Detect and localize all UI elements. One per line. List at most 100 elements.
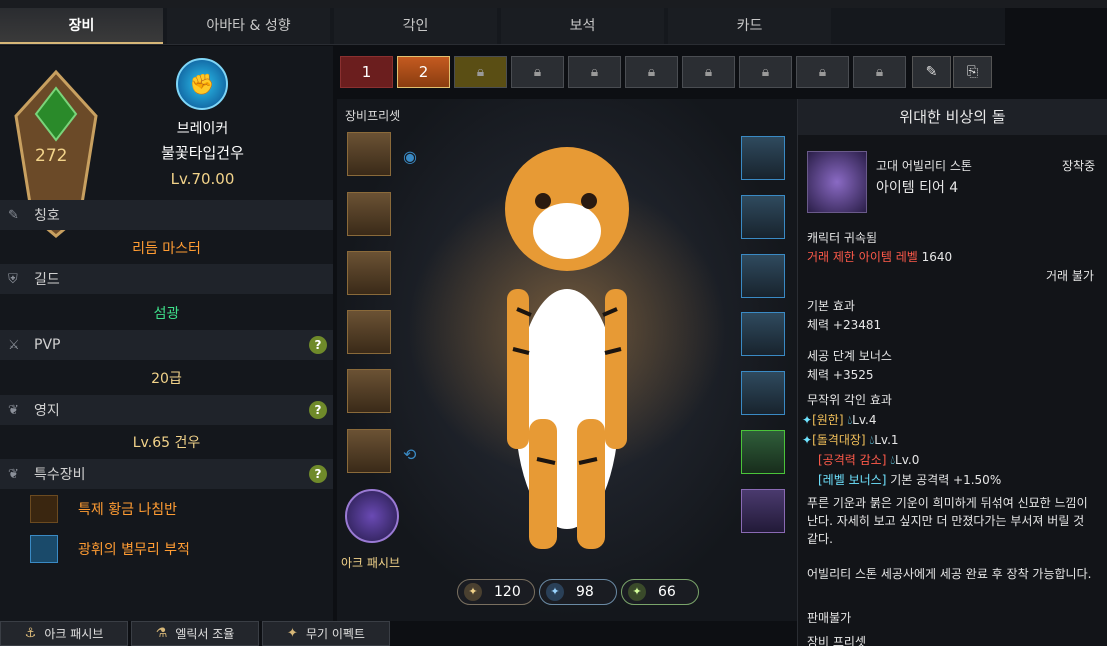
stat-2-icon: ✦: [546, 583, 564, 601]
engraving-header: 무작위 각인 효과: [807, 393, 892, 407]
ark-passive-button[interactable]: ⚓ 아크 패시브: [0, 621, 128, 646]
ark-passive-icon[interactable]: [345, 489, 399, 543]
guild-value: 섬광: [153, 306, 180, 322]
usage-note: 어빌리티 스톤 세공사에게 세공 완료 후 장착 가능합니다.: [807, 567, 1092, 581]
ark-passive-icon: ⚓: [24, 626, 37, 641]
item-tooltip: 위대한 비상의 돌 고대 어빌리티 스톤 장착중 아이템 티어 4 캐릭터 귀속…: [797, 99, 1107, 646]
lock-icon: 🔒︎: [590, 64, 599, 80]
slot-earring-1[interactable]: [741, 195, 785, 239]
preset-10-locked[interactable]: 🔒︎: [853, 56, 906, 88]
pvp-icon: ⚔: [8, 337, 20, 353]
character-preview: 장비프리셋 ◉ ⟲ 아크 패시브 ✦ 120 ✦ 98 ✦ 66: [337, 99, 797, 621]
combat-stats: ✦ 120 ✦ 98 ✦ 66: [457, 579, 703, 605]
character-level: Lv.70.00: [170, 170, 235, 188]
stat-pill-2: ✦ 98: [539, 579, 617, 605]
slot-chest[interactable]: [347, 251, 391, 295]
trade-limit-line: 거래 제한 아이템 레벨 1640: [807, 250, 953, 264]
base-effect-value: 체력 +23481: [807, 318, 882, 332]
ark-passive-label: 아크 패시브: [341, 556, 401, 570]
lock-icon: 🔒︎: [818, 64, 827, 80]
bonus-header: 세공 단계 보너스: [807, 349, 892, 363]
slot-necklace[interactable]: [741, 136, 785, 180]
slot-weapon[interactable]: [347, 429, 391, 473]
item-level: 272: [35, 146, 68, 166]
lock-icon: 🔒︎: [761, 64, 770, 80]
lock-icon: 🔒︎: [476, 64, 485, 80]
engraving-1: ✦[원한] 💧︎Lv.4: [802, 413, 877, 427]
stat-3-icon: ✦: [628, 583, 646, 601]
slot-ring-1[interactable]: [741, 312, 785, 356]
equipped-badge: 장착중: [1062, 159, 1096, 173]
preset-6-locked[interactable]: 🔒︎: [625, 56, 678, 88]
slot-gloves[interactable]: [347, 369, 391, 413]
weapon-effect-icon: ✦: [287, 626, 298, 641]
flavor-text: 푸른 기운과 붉은 기운이 희미하게 뒤섞여 신묘한 느낌이 난다. 자세히 보…: [807, 496, 1088, 546]
compass-icon: [30, 495, 58, 523]
stat-1-icon: ✦: [464, 583, 482, 601]
stat-pill-3: ✦ 66: [621, 579, 699, 605]
slot-earring-2[interactable]: [741, 254, 785, 298]
engraving-icon: ✦: [802, 413, 813, 427]
preset-label: 장비프리셋: [345, 109, 401, 123]
estate-section-header: ❦ 영지 ?: [0, 395, 333, 425]
tab-equipment[interactable]: 장비: [0, 8, 163, 44]
preset-bar: 1 2 🔒︎ 🔒︎ 🔒︎ 🔒︎ 🔒︎ 🔒︎ 🔒︎ 🔒︎ ✎ ⎘: [340, 56, 992, 88]
item-tier: 아이템 티어 4: [876, 180, 959, 196]
charm-icon: [30, 535, 58, 563]
tab-engraving[interactable]: 각인: [334, 8, 497, 44]
special-help-icon[interactable]: ?: [309, 465, 327, 483]
guild-section-header: ⛨ 길드: [0, 264, 333, 294]
pen-icon: ✎: [8, 207, 19, 223]
tab-cards[interactable]: 카드: [668, 8, 831, 44]
apply-preset-button[interactable]: ⎘: [953, 56, 992, 88]
lock-icon: 🔒︎: [875, 64, 884, 80]
lock-icon: 🔒︎: [704, 64, 713, 80]
top-frame: [0, 0, 1107, 8]
weapon-effect-icon[interactable]: ⟲: [403, 445, 416, 464]
base-effect-header: 기본 효과: [807, 299, 855, 313]
slot-shoulder[interactable]: [347, 192, 391, 236]
class-icon: ✊: [176, 58, 228, 110]
slot-ring-2[interactable]: [741, 371, 785, 415]
slot-pants[interactable]: [347, 310, 391, 354]
special-equipment-icon: ❦: [8, 466, 19, 482]
special-item-compass[interactable]: 특제 황금 나침반: [30, 494, 177, 524]
engraving-4: [레벨 보너스] 기본 공격력 +1.50%: [818, 473, 1002, 487]
preset-7-locked[interactable]: 🔒︎: [682, 56, 735, 88]
weapon-effect-button[interactable]: ✦ 무기 이펙트: [262, 621, 390, 646]
special-item-charm[interactable]: 광휘의 별무리 부적: [30, 534, 190, 564]
hide-helmet-icon[interactable]: ◉: [403, 147, 417, 166]
preset-4-locked[interactable]: 🔒︎: [511, 56, 564, 88]
ability-stone-icon: [807, 151, 867, 213]
bonus-value: 체력 +3525: [807, 368, 874, 382]
slot-ability-stone[interactable]: [741, 489, 785, 533]
preset-1-button[interactable]: 1: [340, 56, 393, 88]
engraving-3: [공격력 감소] 💧︎Lv.0: [818, 453, 920, 467]
estate-icon: ❦: [8, 402, 19, 418]
pvp-help-icon[interactable]: ?: [309, 336, 327, 354]
preset-3-locked[interactable]: 🔒︎: [454, 56, 507, 88]
slot-helmet[interactable]: [347, 132, 391, 176]
estate-help-icon[interactable]: ?: [309, 401, 327, 419]
bottom-button-bar: ⚓ 아크 패시브 ⚗ 엘릭서 조율 ✦ 무기 이펙트: [0, 621, 393, 646]
tab-avatar[interactable]: 아바타 & 성향: [167, 8, 330, 44]
tab-gems[interactable]: 보석: [501, 8, 664, 44]
preset-text: 장비 프리셋: [807, 635, 867, 646]
slot-bracelet[interactable]: [741, 430, 785, 474]
item-category: 고대 어빌리티 스톤: [876, 159, 972, 173]
estate-value: Lv.65 건우: [132, 435, 201, 451]
shield-icon: ⛨: [8, 271, 18, 287]
preset-9-locked[interactable]: 🔒︎: [796, 56, 849, 88]
pvp-section-header: ⚔ PVP ?: [0, 330, 333, 360]
tiger-character-model: [505, 147, 629, 549]
edit-icon: ✎: [925, 64, 938, 80]
preset-2-button[interactable]: 2: [397, 56, 450, 88]
character-name: 불꽃타입건우: [161, 144, 244, 162]
lock-icon: 🔒︎: [533, 64, 542, 80]
elixir-button[interactable]: ⚗ 엘릭서 조율: [131, 621, 259, 646]
title-value: 리듬 마스터: [132, 241, 201, 257]
edit-preset-button[interactable]: ✎: [912, 56, 951, 88]
preset-8-locked[interactable]: 🔒︎: [739, 56, 792, 88]
tooltip-title: 위대한 비상의 돌: [798, 99, 1107, 135]
preset-5-locked[interactable]: 🔒︎: [568, 56, 621, 88]
